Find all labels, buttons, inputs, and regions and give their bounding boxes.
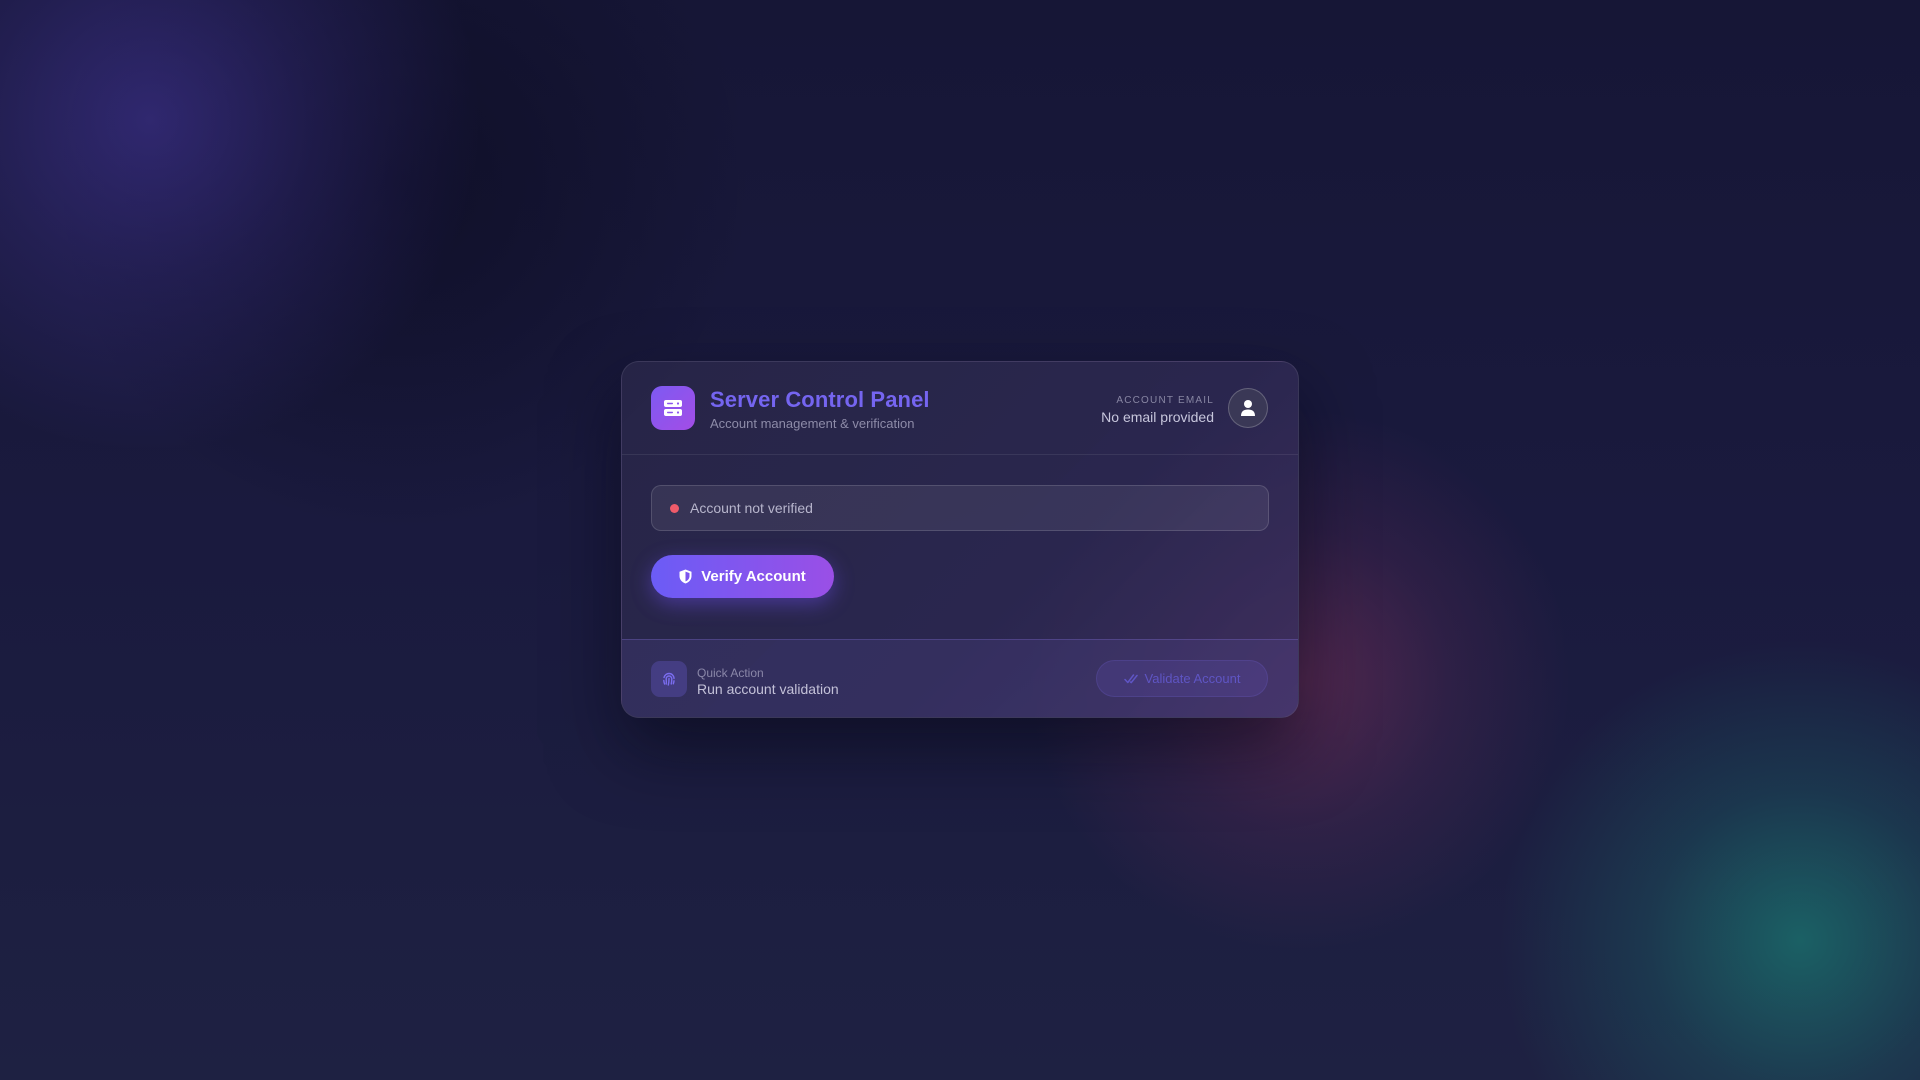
verify-account-label: Verify Account <box>701 568 806 585</box>
verification-status-box: Account not verified <box>651 485 1269 531</box>
quick-action-label: Quick Action <box>697 666 764 680</box>
status-dot <box>670 503 679 513</box>
shield-icon <box>679 569 692 584</box>
validate-account-label: Validate Account <box>1144 671 1241 686</box>
page-subtitle: Account management & verification <box>710 416 915 431</box>
quick-action-text: Run account validation <box>697 681 839 697</box>
check-double-icon <box>1123 673 1138 685</box>
account-email-label: ACCOUNT EMAIL <box>1116 395 1214 406</box>
avatar[interactable] <box>1228 388 1268 428</box>
quick-action-footer: Quick Action Run account validation Vali… <box>622 639 1298 717</box>
control-panel-card: Server Control Panel Account management … <box>621 361 1299 718</box>
account-email-value: No email provided <box>1101 409 1214 425</box>
card-header: Server Control Panel Account management … <box>622 362 1298 455</box>
user-icon <box>1241 400 1255 416</box>
server-icon <box>651 386 695 430</box>
account-email-block: ACCOUNT EMAIL No email provided <box>1101 395 1214 425</box>
page-title: Server Control Panel <box>710 387 930 412</box>
fingerprint-icon <box>651 661 687 697</box>
status-text: Account not verified <box>690 500 813 516</box>
verify-account-button[interactable]: Verify Account <box>651 555 834 598</box>
validate-account-button[interactable]: Validate Account <box>1096 660 1268 697</box>
